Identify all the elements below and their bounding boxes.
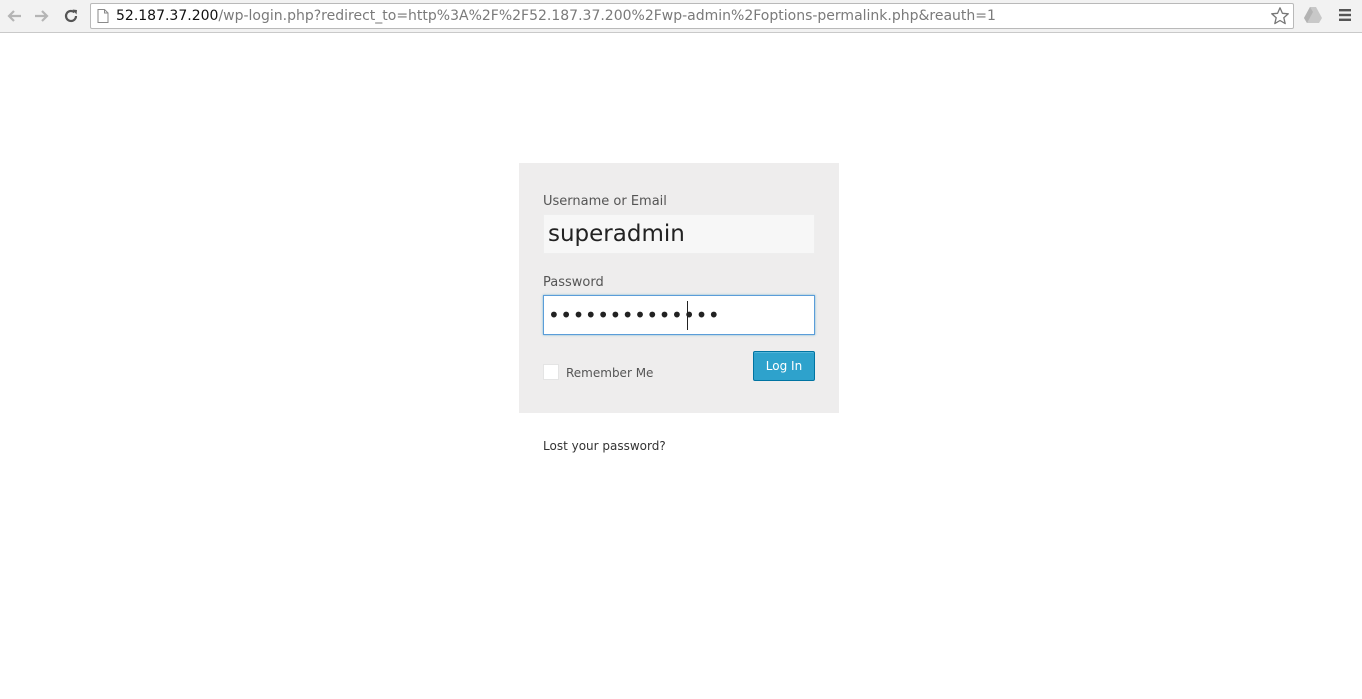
lost-password-link[interactable]: Lost your password? [543, 439, 666, 453]
reload-button[interactable] [60, 5, 82, 27]
browser-toolbar: 52.187.37.200/wp-login.php?redirect_to=h… [0, 0, 1362, 33]
arrow-right-icon [35, 10, 49, 22]
remember-me-label[interactable]: Remember Me [566, 366, 653, 380]
username-label: Username or Email [543, 194, 667, 209]
address-bar[interactable]: 52.187.37.200/wp-login.php?redirect_to=h… [90, 3, 1294, 29]
arrow-left-icon [7, 10, 21, 22]
reload-icon [64, 9, 78, 23]
page-icon [97, 9, 109, 23]
remember-me-checkbox[interactable] [543, 364, 559, 380]
url-text: 52.187.37.200/wp-login.php?redirect_to=h… [116, 7, 996, 25]
username-input[interactable]: superadmin [543, 214, 815, 254]
url-host: 52.187.37.200 [116, 8, 219, 24]
login-button[interactable]: Log In [753, 351, 815, 381]
password-input[interactable]: •••••••••••••• [543, 295, 815, 335]
url-path: /wp-login.php?redirect_to=http%3A%2F%2F5… [218, 8, 996, 24]
password-mask: •••••••••••••• [548, 303, 721, 327]
text-caret [687, 301, 688, 330]
password-label: Password [543, 275, 604, 290]
browser-menu-icon[interactable] [1337, 7, 1353, 23]
drive-extension-icon[interactable] [1303, 6, 1323, 24]
back-button[interactable] [3, 5, 25, 27]
username-value: superadmin [548, 221, 685, 247]
bookmark-star-icon[interactable] [1270, 6, 1290, 26]
forward-button[interactable] [31, 5, 53, 27]
login-form: Username or Email superadmin Password ••… [519, 163, 839, 413]
